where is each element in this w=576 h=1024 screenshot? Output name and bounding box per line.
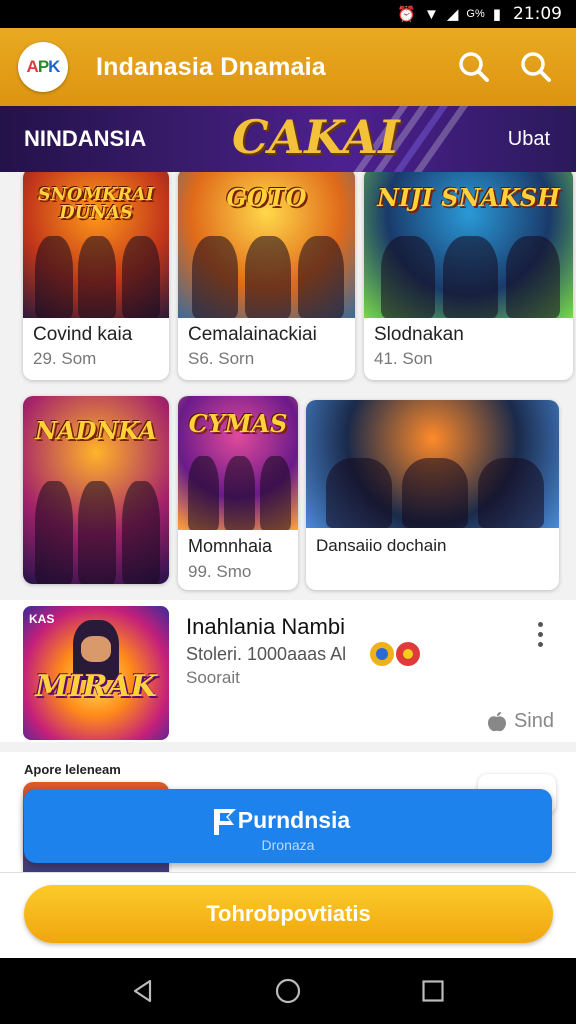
game-size: 29. Som [33,349,97,368]
logo-letter: P [37,57,49,76]
character-figure [78,235,117,318]
game-card[interactable]: SNOMKRAI DUNAS Covind kaia 29. Som [23,172,169,380]
game-title: Slodnakan [374,324,464,345]
home-nav-icon[interactable] [268,971,308,1011]
app-bar: APK Indanasia Dnamaia [0,28,576,106]
character-figure [192,235,239,318]
search-icon[interactable] [452,45,496,89]
featured-app-row[interactable]: KAS MIRAK Inahlania Nambi Stoleri. 1000a… [0,600,576,742]
chrome-badge-icon [368,640,424,668]
character-figure [298,235,345,318]
status-bar: ⏰ ▼ ◢ G% ▮ 21:09 [0,0,576,28]
game-size: 41. Son [374,349,433,368]
clock: 21:09 [513,4,562,24]
more-vert-icon[interactable] [538,622,544,648]
thumb-corner-text: KAS [29,612,55,626]
character-face [81,636,111,662]
apple-icon [487,711,506,731]
section-heading: Apore leleneam [24,762,121,777]
character-figure [506,235,561,318]
game-card[interactable]: NADNKA [23,396,169,584]
featured-meta: Soorait [186,668,240,687]
character-figure [122,235,161,318]
search-icon[interactable] [514,45,558,89]
system-nav-bar [0,958,576,1024]
featured-thumbnail: KAS MIRAK [23,606,169,740]
character-figure [78,480,117,584]
banner-right-link[interactable]: Ubat [508,128,550,151]
character-figure [34,235,73,318]
floating-button-label: Purndnsia [237,807,351,833]
game-title: Covind kaia [33,324,133,345]
character-figure [443,235,498,318]
thumbnail-art-text: NADNKA [35,415,157,445]
character-figure [259,456,291,530]
game-thumbnail [306,400,559,528]
game-thumbnail: CYMAS [178,396,298,530]
character-figure [223,456,255,530]
game-title: Cemalainackiai [188,324,317,345]
game-size: S6. Sorn [188,349,255,368]
game-thumbnail: NADNKA [23,396,169,584]
install-label: Sind [513,710,554,732]
logo-letter: A [26,57,39,76]
network-label: G% [466,8,485,20]
banner-logo-text: CAKAI [232,110,400,164]
content-scroll[interactable]: SNOMKRAI DUNAS Covind kaia 29. Som GOTO … [0,172,576,872]
logo-letter: K [48,57,60,76]
game-card[interactable]: Dansaiio dochain [306,400,559,590]
promo-banner[interactable]: NINDANSIA CAKAI Ubat [0,106,576,172]
install-action[interactable]: Sind [486,710,554,733]
thumbnail-art-text: NIJI SNAKSH [377,183,560,212]
game-card[interactable]: CYMAS Momnhaia 99. Smo [178,396,298,590]
game-thumbnail: GOTO [178,172,355,318]
game-title: Dansaiio dochain [316,536,447,555]
featured-subtitle: Stoleri. 1000aaas Al [186,644,347,664]
featured-art-text: MIRAK [35,669,157,704]
game-thumbnail: NIJI SNAKSH [364,172,573,318]
game-thumbnail: SNOMKRAI DUNAS [23,172,169,318]
app-title: Indanasia Dnamaia [96,52,326,81]
game-card[interactable]: GOTO Cemalainackiai S6. Sorn [178,172,355,380]
thumbnail-art-text: SNOMKRAI DUNAS [37,184,155,223]
game-title: Momnhaia [188,536,273,556]
alarm-icon: ⏰ [397,6,416,23]
character-figure [122,480,161,584]
game-size: 99. Smo [188,562,252,581]
banner-left-text: NINDANSIA [24,126,147,151]
game-card[interactable]: NIJI SNAKSH Slodnakan 41. Son [364,172,573,380]
wifi-icon: ▼ [423,5,439,23]
character-figure [380,235,436,318]
character-figure [245,235,292,318]
character-figure [187,456,219,530]
bottom-cta-area: Tohrobpovtiatis [0,872,576,958]
character-figure [34,480,73,584]
floating-button-sublabel: Dronaza [261,837,315,853]
thumbnail-art-text: CYMAS [188,409,288,439]
app-logo[interactable]: APK [18,42,68,92]
battery-icon: ▮ [492,6,501,23]
back-nav-icon[interactable] [123,971,163,1011]
cta-button[interactable]: Tohrobpovtiatis [24,885,553,943]
thumbnail-art-text: GOTO [226,183,307,212]
recents-nav-icon[interactable] [413,971,453,1011]
signal-icon: ◢ [446,6,459,23]
featured-title: Inahlania Nambi [186,614,345,639]
character-figure [478,457,544,528]
character-figure [326,457,392,528]
character-figure [402,457,468,528]
primary-floating-button[interactable]: Purndnsia Dronaza [24,789,552,863]
